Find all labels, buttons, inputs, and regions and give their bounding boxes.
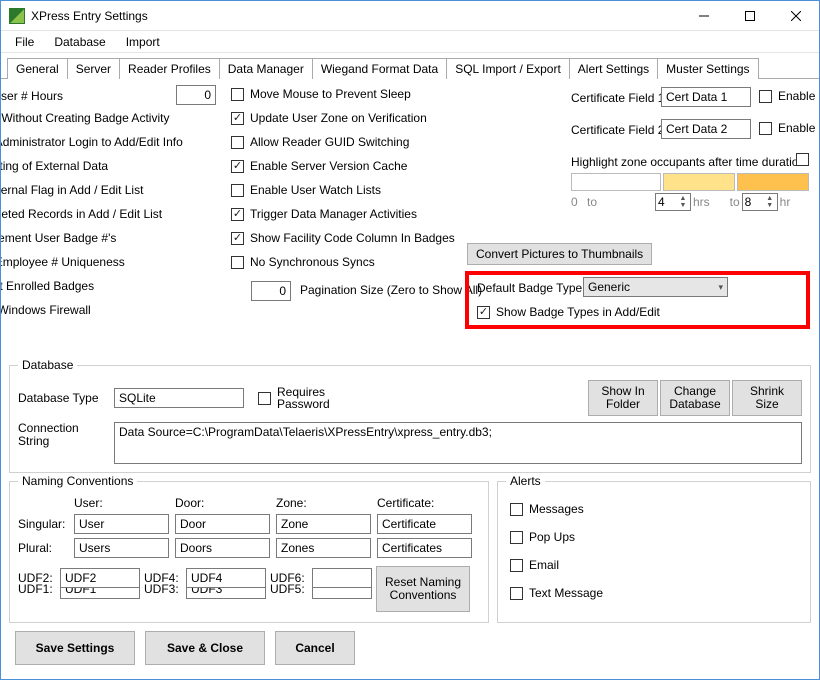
alerts-group: Alerts Messages Pop Ups Email Text Messa… (497, 481, 811, 623)
default-badge-type-dropdown[interactable]: Generic ▾ (583, 277, 728, 297)
menu-database[interactable]: Database (44, 33, 115, 51)
cert-field1-input[interactable] (661, 87, 751, 107)
tab-alert-settings[interactable]: Alert Settings (569, 58, 658, 79)
cert-field2-label: Certificate Field 2: (571, 123, 668, 137)
save-and-close-button[interactable]: Save & Close (145, 631, 265, 665)
window-title: XPress Entry Settings (31, 9, 681, 23)
tab-data-manager[interactable]: Data Manager (219, 58, 313, 79)
singular-door-input[interactable] (175, 514, 270, 534)
plural-door-input[interactable] (175, 538, 270, 558)
menu-import[interactable]: Import (116, 33, 170, 51)
connection-string-label: Connection String (18, 422, 106, 448)
auto-exit-hours-label: Auto Exit User # Hours (1, 89, 63, 103)
udf6-input[interactable] (312, 568, 372, 588)
col1-checkbox-1[interactable]: Require Administrator Login to Add/Edit … (1, 135, 183, 149)
convert-pictures-button[interactable]: Convert Pictures to Thumbnails (467, 243, 652, 265)
cert-field2-enable-checkbox[interactable]: Enable (759, 121, 815, 135)
col1-checkbox-7[interactable]: Auto Print Enrolled Badges (1, 279, 94, 293)
col1-checkbox-4[interactable]: Show Deleted Records in Add / Edit List (1, 207, 162, 221)
save-settings-button[interactable]: Save Settings (15, 631, 135, 665)
tab-general[interactable]: General (7, 58, 68, 79)
col2-checkbox-4[interactable]: Enable User Watch Lists (231, 183, 381, 197)
naming-conventions-group: Naming Conventions User: Door: Zone: Cer… (9, 481, 489, 623)
connection-string-input[interactable] (114, 422, 802, 464)
col2-checkbox-0[interactable]: Move Mouse to Prevent Sleep (231, 87, 411, 101)
general-scroll-area[interactable]: Auto Exit User # Hours Auto Exit Without… (1, 81, 819, 361)
reset-naming-button[interactable]: Reset Naming Conventions (376, 566, 470, 612)
tab-wiegand[interactable]: Wiegand Format Data (312, 58, 447, 79)
plural-user-input[interactable] (74, 538, 169, 558)
hz-hours-2-input[interactable]: 8▲▼ (742, 193, 778, 211)
col2-checkbox-7[interactable]: No Synchronous Syncs (231, 255, 375, 269)
udf4-input[interactable] (186, 568, 266, 588)
singular-cert-input[interactable] (377, 514, 472, 534)
singular-zone-input[interactable] (276, 514, 371, 534)
col1-checkbox-8[interactable]: Auto Kill Windows Firewall (1, 303, 91, 317)
singular-user-input[interactable] (74, 514, 169, 534)
default-badge-type-label: Default Badge Type (477, 281, 582, 295)
pagination-label: Pagination Size (Zero to Show All) (300, 283, 482, 297)
database-group: Database Database Type Requires Password… (9, 365, 811, 473)
col2-checkbox-5[interactable]: Trigger Data Manager Activities (231, 207, 417, 221)
pagination-input[interactable] (251, 281, 291, 301)
tab-reader-profiles[interactable]: Reader Profiles (119, 58, 220, 79)
plural-cert-input[interactable] (377, 538, 472, 558)
plural-zone-input[interactable] (276, 538, 371, 558)
col2-checkbox-2[interactable]: Allow Reader GUID Switching (231, 135, 409, 149)
hz-hours-1-input[interactable]: 4▲▼ (655, 193, 691, 211)
shrink-size-button[interactable]: Shrink Size (732, 380, 802, 416)
col2-checkbox-6[interactable]: Show Facility Code Column In Badges (231, 231, 455, 245)
show-in-folder-button[interactable]: Show In Folder (588, 380, 658, 416)
col1-checkbox-0[interactable]: Auto Exit Without Creating Badge Activit… (1, 111, 169, 125)
tab-muster-settings[interactable]: Muster Settings (657, 58, 758, 79)
col1-checkbox-3[interactable]: Show External Flag in Add / Edit List (1, 183, 143, 197)
alerts-popups-checkbox[interactable]: Pop Ups (510, 530, 575, 544)
cert-field1-enable-checkbox[interactable]: Enable (759, 89, 815, 103)
alerts-messages-checkbox[interactable]: Messages (510, 502, 584, 516)
requires-password-checkbox[interactable]: Requires Password (258, 386, 330, 410)
change-database-button[interactable]: Change Database (660, 380, 730, 416)
cert-field1-label: Certificate Field 1: (571, 91, 668, 105)
alerts-text-message-checkbox[interactable]: Text Message (510, 586, 603, 600)
auto-exit-hours-input[interactable] (176, 85, 216, 105)
database-type-input[interactable] (114, 388, 244, 408)
menu-file[interactable]: File (5, 33, 44, 51)
cancel-button[interactable]: Cancel (275, 631, 355, 665)
highlight-zone-checkbox[interactable] (796, 153, 809, 166)
col1-checkbox-5[interactable]: Auto Increment User Badge #'s (1, 231, 116, 245)
alerts-email-checkbox[interactable]: Email (510, 558, 559, 572)
col1-checkbox-6[interactable]: Enforce Employee # Uniqueness (1, 255, 125, 269)
app-icon (9, 8, 25, 24)
window-maximize-button[interactable] (727, 1, 773, 31)
tab-sql[interactable]: SQL Import / Export (446, 58, 570, 79)
database-type-label: Database Type (18, 391, 106, 405)
show-badge-types-checkbox[interactable]: Show Badge Types in Add/Edit (477, 305, 660, 319)
chevron-down-icon: ▾ (718, 282, 723, 293)
highlight-zone-label: Highlight zone occupants after time dura… (571, 155, 805, 169)
col1-checkbox-2[interactable]: Allow Editing of External Data (1, 159, 108, 173)
hz-bar-3 (737, 173, 809, 191)
tab-server[interactable]: Server (67, 58, 120, 79)
hz-bar-1 (571, 173, 661, 191)
hz-bar-2 (663, 173, 735, 191)
udf2-input[interactable] (60, 568, 140, 588)
col2-checkbox-3[interactable]: Enable Server Version Cache (231, 159, 407, 173)
cert-field2-input[interactable] (661, 119, 751, 139)
col2-checkbox-1[interactable]: Update User Zone on Verification (231, 111, 427, 125)
window-close-button[interactable] (773, 1, 819, 31)
window-minimize-button[interactable] (681, 1, 727, 31)
